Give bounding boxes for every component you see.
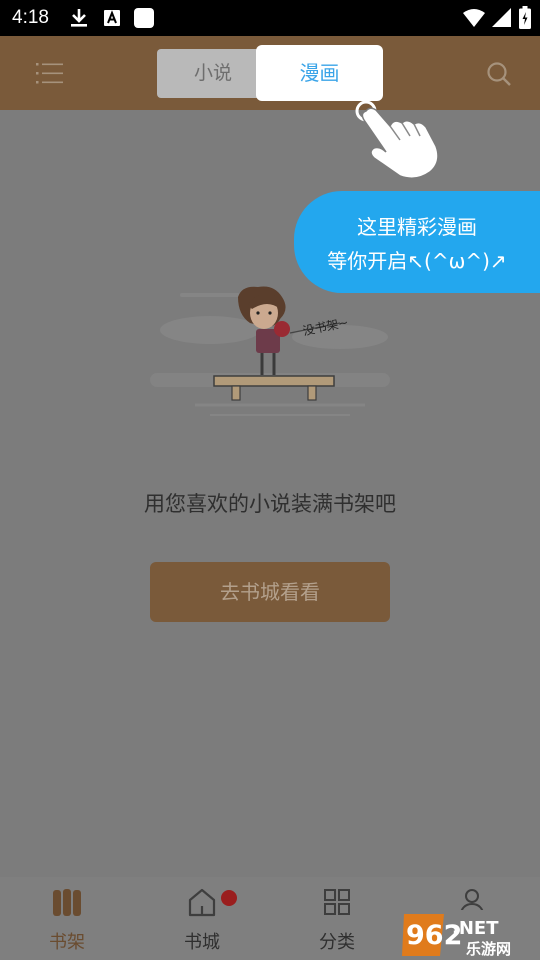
home-icon: [188, 888, 216, 917]
download-icon: [71, 9, 87, 27]
tab-novel[interactable]: 小说: [157, 49, 269, 98]
tab-comic[interactable]: 漫画: [256, 45, 383, 101]
watermark-site: 乐游网: [466, 940, 511, 958]
search-icon[interactable]: [486, 61, 512, 87]
empty-bookshelf-illustration: 没书架~: [150, 286, 390, 416]
nav-category[interactable]: 分类: [292, 886, 382, 954]
watermark-suffix: .NET: [452, 918, 499, 939]
status-bar: 4:18: [0, 0, 540, 36]
go-to-bookstore-button[interactable]: 去书城看看: [150, 562, 390, 622]
bookshelf-icon: [53, 889, 81, 916]
nav-label-category: 分类: [319, 932, 355, 953]
empty-shelf-message: 用您喜欢的小说装满书架吧: [144, 492, 396, 516]
site-watermark-logo: 962 .NET 乐游网: [400, 910, 540, 960]
menu-icon[interactable]: [34, 60, 64, 86]
wifi-icon: [463, 9, 485, 27]
hand-pointer-icon: [355, 100, 439, 179]
status-time: 4:18: [12, 7, 49, 28]
notification-badge: [221, 890, 237, 906]
nav-label-bookshelf: 书架: [49, 932, 85, 953]
signal-icon: [492, 8, 511, 27]
font-icon: [104, 10, 120, 26]
nav-bookshelf[interactable]: 书架: [22, 886, 112, 954]
grid-icon: [324, 889, 350, 915]
battery-icon: [519, 6, 531, 29]
app-square-icon: [134, 8, 154, 28]
nav-label-bookstore: 书城: [184, 932, 220, 953]
tip-line-1: 这里精彩漫画: [357, 215, 477, 239]
tip-line-2: 等你开启↖(^ω^)↗: [327, 249, 507, 273]
